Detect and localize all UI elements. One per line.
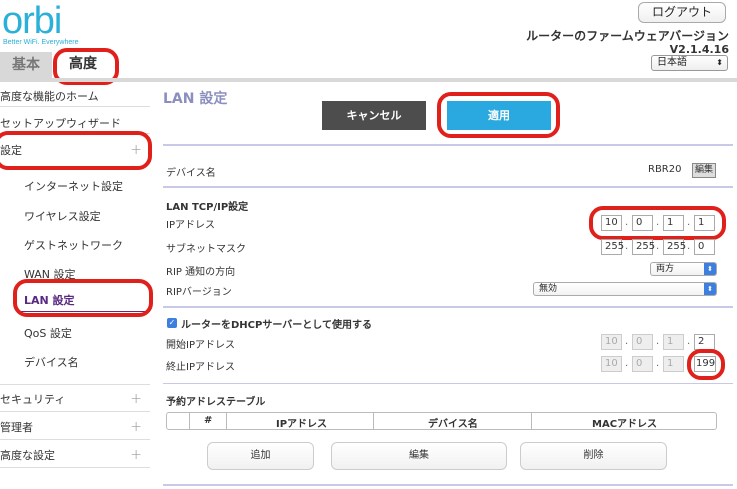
sidebar-divider	[0, 106, 150, 107]
highlight-ring-lan	[13, 279, 153, 317]
sidebar-divider	[0, 411, 150, 412]
sidebar-divider	[0, 384, 150, 385]
subnet-mask-label: サブネットマスク	[166, 244, 246, 255]
sidebar-item-internet[interactable]: インターネット設定	[24, 178, 123, 194]
highlight-ring-settings	[0, 131, 152, 170]
column-divider	[189, 413, 190, 429]
highlight-ring-apply	[437, 92, 560, 138]
rip-version-value: 無効	[539, 284, 558, 294]
delete-button[interactable]: 削除	[520, 442, 667, 470]
sidebar-item-security[interactable]: セキュリティ +	[0, 391, 150, 407]
sidebar-item-advanced-settings[interactable]: 高度な設定 +	[0, 447, 150, 463]
column-divider	[226, 413, 227, 429]
sidebar-item-label: 高度な設定	[0, 449, 55, 462]
dot-separator: .	[625, 241, 629, 252]
start-ip-octet-2: 0	[632, 334, 653, 350]
sidebar-item-device-name[interactable]: デバイス名	[24, 354, 79, 370]
device-name-label: デバイス名	[166, 168, 216, 179]
start-ip-label: 開始IPアドレス	[166, 340, 235, 351]
rip-direction-value: 両方	[656, 264, 675, 274]
sidebar-item-label: セキュリティ	[0, 393, 66, 406]
language-select[interactable]: 日本語 ⬍	[651, 55, 728, 71]
highlight-ring-end-ip	[687, 349, 725, 380]
sidebar-item-qos[interactable]: QoS 設定	[24, 325, 72, 341]
sidebar-item-wireless[interactable]: ワイヤレス設定	[24, 208, 101, 224]
add-button[interactable]: 追加	[207, 442, 314, 470]
cancel-button[interactable]: キャンセル	[322, 101, 426, 130]
sidebar-item-admin[interactable]: 管理者 +	[0, 419, 150, 435]
dot-separator: .	[625, 336, 629, 347]
plus-icon: +	[130, 447, 142, 463]
start-ip-octet-1: 10	[601, 334, 622, 350]
firmware-label: ルーターのファームウェアバージョン	[526, 29, 729, 43]
page-title: LAN 設定	[163, 91, 228, 107]
section-divider	[163, 186, 733, 188]
start-ip-octet-4[interactable]: 2	[694, 334, 715, 350]
language-value: 日本語	[657, 57, 687, 68]
sidebar-item-label: 管理者	[0, 421, 33, 434]
chevron-updown-icon: ⬍	[704, 263, 716, 275]
subnet-octet-2[interactable]: 255	[632, 239, 655, 255]
rip-direction-label: RIP 通知の方向	[166, 267, 236, 278]
ip-address-label: IPアドレス	[166, 220, 215, 231]
column-header-ip: IPアドレス	[276, 419, 328, 430]
dot-separator: .	[625, 358, 629, 369]
dhcp-checkbox[interactable]: ✓	[167, 318, 177, 328]
rip-version-label: RIPバージョン	[166, 287, 232, 298]
chevron-updown-icon: ⬍	[704, 283, 716, 295]
column-header-device-name: デバイス名	[428, 419, 478, 430]
end-ip-octet-1: 10	[601, 356, 622, 372]
edit-button[interactable]: 編集	[331, 442, 507, 470]
section-divider	[163, 306, 733, 308]
header-divider	[0, 78, 737, 82]
logo-tagline: Better WiFi. Everywhere	[3, 39, 79, 46]
dhcp-label: ルーターをDHCPサーバーとして使用する	[181, 320, 372, 331]
sidebar-item-home[interactable]: 高度な機能のホーム	[0, 88, 150, 104]
end-ip-label: 終止IPアドレス	[166, 362, 235, 373]
dot-separator: .	[656, 358, 660, 369]
dot-separator: .	[656, 241, 660, 252]
section-divider	[163, 484, 733, 486]
subnet-octet-1[interactable]: 255	[601, 239, 624, 255]
rip-direction-select[interactable]: 両方 ⬍	[650, 262, 717, 276]
section-divider	[163, 144, 733, 146]
sidebar-item-guest[interactable]: ゲストネットワーク	[24, 237, 123, 253]
column-divider	[373, 413, 374, 429]
reserved-table-header: 予約アドレステーブル	[166, 397, 266, 408]
sidebar-divider	[0, 467, 150, 468]
device-name-value: RBR20	[648, 164, 682, 175]
end-ip-octet-2: 0	[632, 356, 653, 372]
logout-button[interactable]: ログアウト	[638, 2, 726, 23]
sidebar-divider	[0, 439, 150, 440]
subnet-octet-3[interactable]: 255	[663, 239, 686, 255]
column-header-number: #	[204, 415, 213, 426]
column-header-mac: MACアドレス	[592, 419, 658, 430]
dot-separator: .	[687, 241, 691, 252]
start-ip-octet-3: 1	[663, 334, 684, 350]
column-divider	[531, 413, 532, 429]
chevron-updown-icon: ⬍	[716, 58, 723, 67]
sidebar-item-wizard[interactable]: セットアップウィザード	[0, 115, 150, 131]
dot-separator: .	[687, 336, 691, 347]
dot-separator: .	[656, 336, 660, 347]
rip-version-select[interactable]: 無効 ⬍	[533, 282, 717, 296]
edit-device-name-button[interactable]: 編集	[692, 163, 716, 178]
highlight-ring-ip	[589, 206, 726, 240]
tcpip-header: LAN TCP/IP設定	[166, 202, 249, 213]
plus-icon: +	[130, 419, 142, 435]
orbi-logo: orbi	[2, 0, 62, 42]
tab-basic[interactable]: 基本	[0, 52, 52, 78]
subnet-octet-4[interactable]: 0	[694, 239, 715, 255]
plus-icon: +	[130, 391, 142, 407]
end-ip-octet-3: 1	[663, 356, 684, 372]
section-divider	[163, 383, 733, 384]
